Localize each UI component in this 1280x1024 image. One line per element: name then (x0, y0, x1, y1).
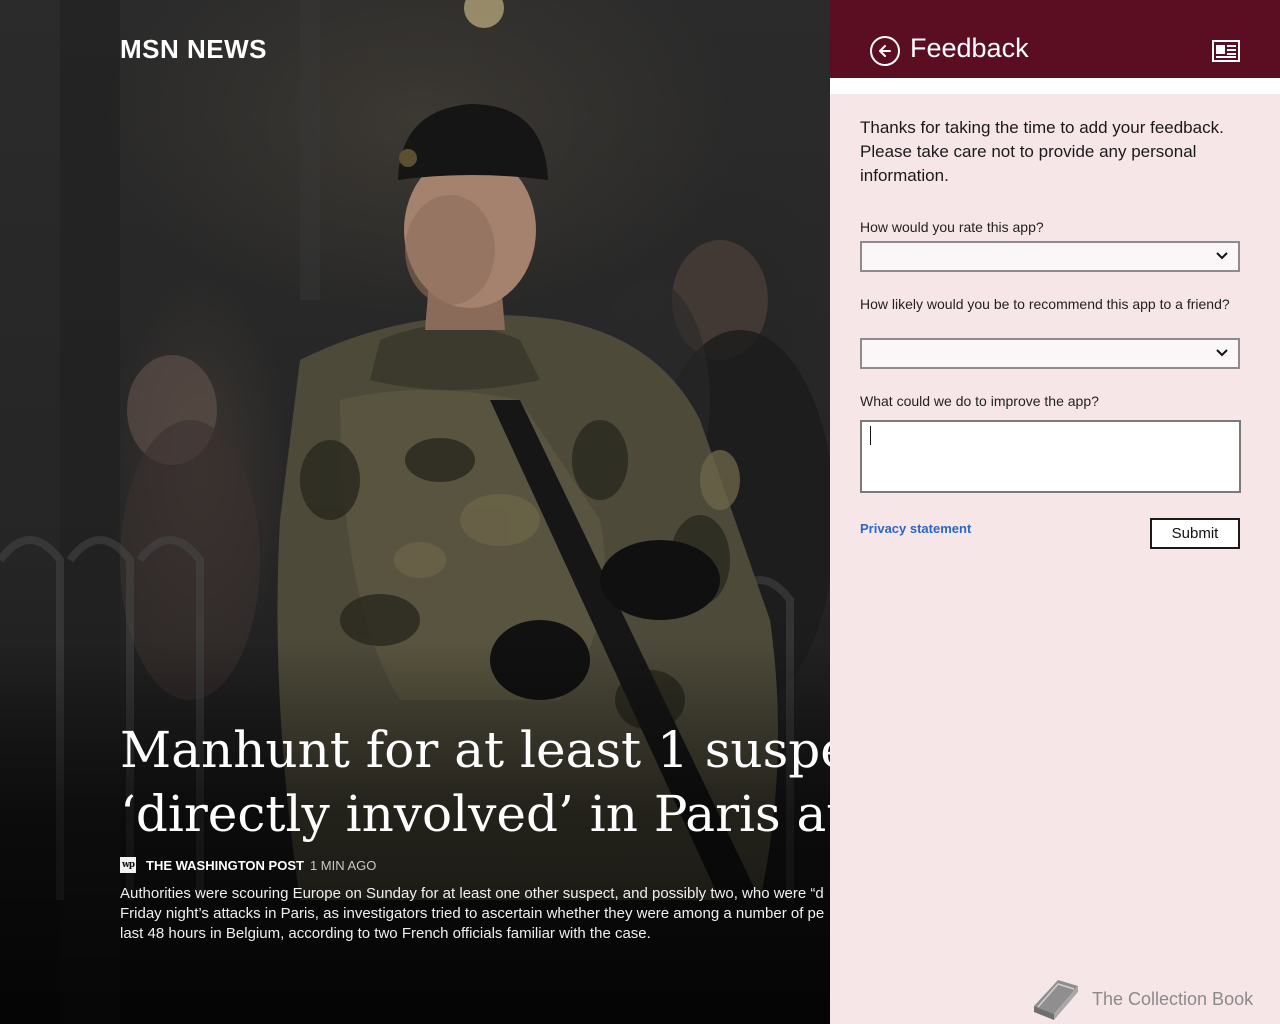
reading-view-icon[interactable] (1212, 40, 1240, 62)
source-name: THE WASHINGTON POST (146, 857, 304, 873)
publish-time: 1 MIN AGO (309, 857, 377, 873)
submit-button[interactable]: Submit (1150, 518, 1240, 549)
feedback-flyout: Feedback Thanks for taking the time to a… (830, 0, 1280, 1024)
chevron-down-icon (1216, 252, 1228, 260)
improve-textarea[interactable] (860, 420, 1241, 493)
headline-line: Manhunt for at least 1 suspect (120, 721, 830, 779)
book-icon (1034, 980, 1078, 1020)
recommend-label: How likely would you be to recommend thi… (860, 296, 1230, 312)
privacy-statement-link[interactable]: Privacy statement (860, 521, 971, 536)
text-caret (870, 426, 871, 445)
rate-label: How would you rate this app? (860, 219, 1044, 235)
header-divider (830, 78, 1280, 94)
feedback-intro: Thanks for taking the time to add your f… (860, 118, 1224, 185)
headline-line: ‘directly involved’ in Paris atta (120, 785, 830, 843)
back-button[interactable] (870, 36, 900, 66)
news-hero[interactable]: MSN NEWS Manhunt for at least 1 suspect … (0, 0, 830, 1024)
flyout-header: Feedback (830, 0, 1280, 78)
app-title: MSN NEWS (120, 34, 267, 64)
improve-label: What could we do to improve the app? (860, 393, 1099, 409)
watermark: The Collection Book (1028, 976, 1253, 1022)
washington-post-logo: wp (120, 857, 136, 873)
rate-select[interactable] (860, 241, 1240, 272)
back-arrow-icon (879, 45, 891, 57)
article-summary: Authorities were scouring Europe on Sund… (120, 884, 830, 944)
article-headline[interactable]: Manhunt for at least 1 suspect ‘directly… (120, 718, 830, 846)
flyout-title: Feedback (910, 33, 1029, 63)
summary-line: Friday night’s attacks in Paris, as inve… (120, 905, 825, 922)
summary-line: Authorities were scouring Europe on Sund… (120, 885, 824, 902)
watermark-text: The Collection Book (1092, 988, 1254, 1009)
summary-line: last 48 hours in Belgium, according to t… (120, 925, 651, 942)
article-source: wp THE WASHINGTON POST 1 MIN AGO (120, 856, 376, 874)
chevron-down-icon (1216, 349, 1228, 357)
recommend-select[interactable] (860, 338, 1240, 369)
